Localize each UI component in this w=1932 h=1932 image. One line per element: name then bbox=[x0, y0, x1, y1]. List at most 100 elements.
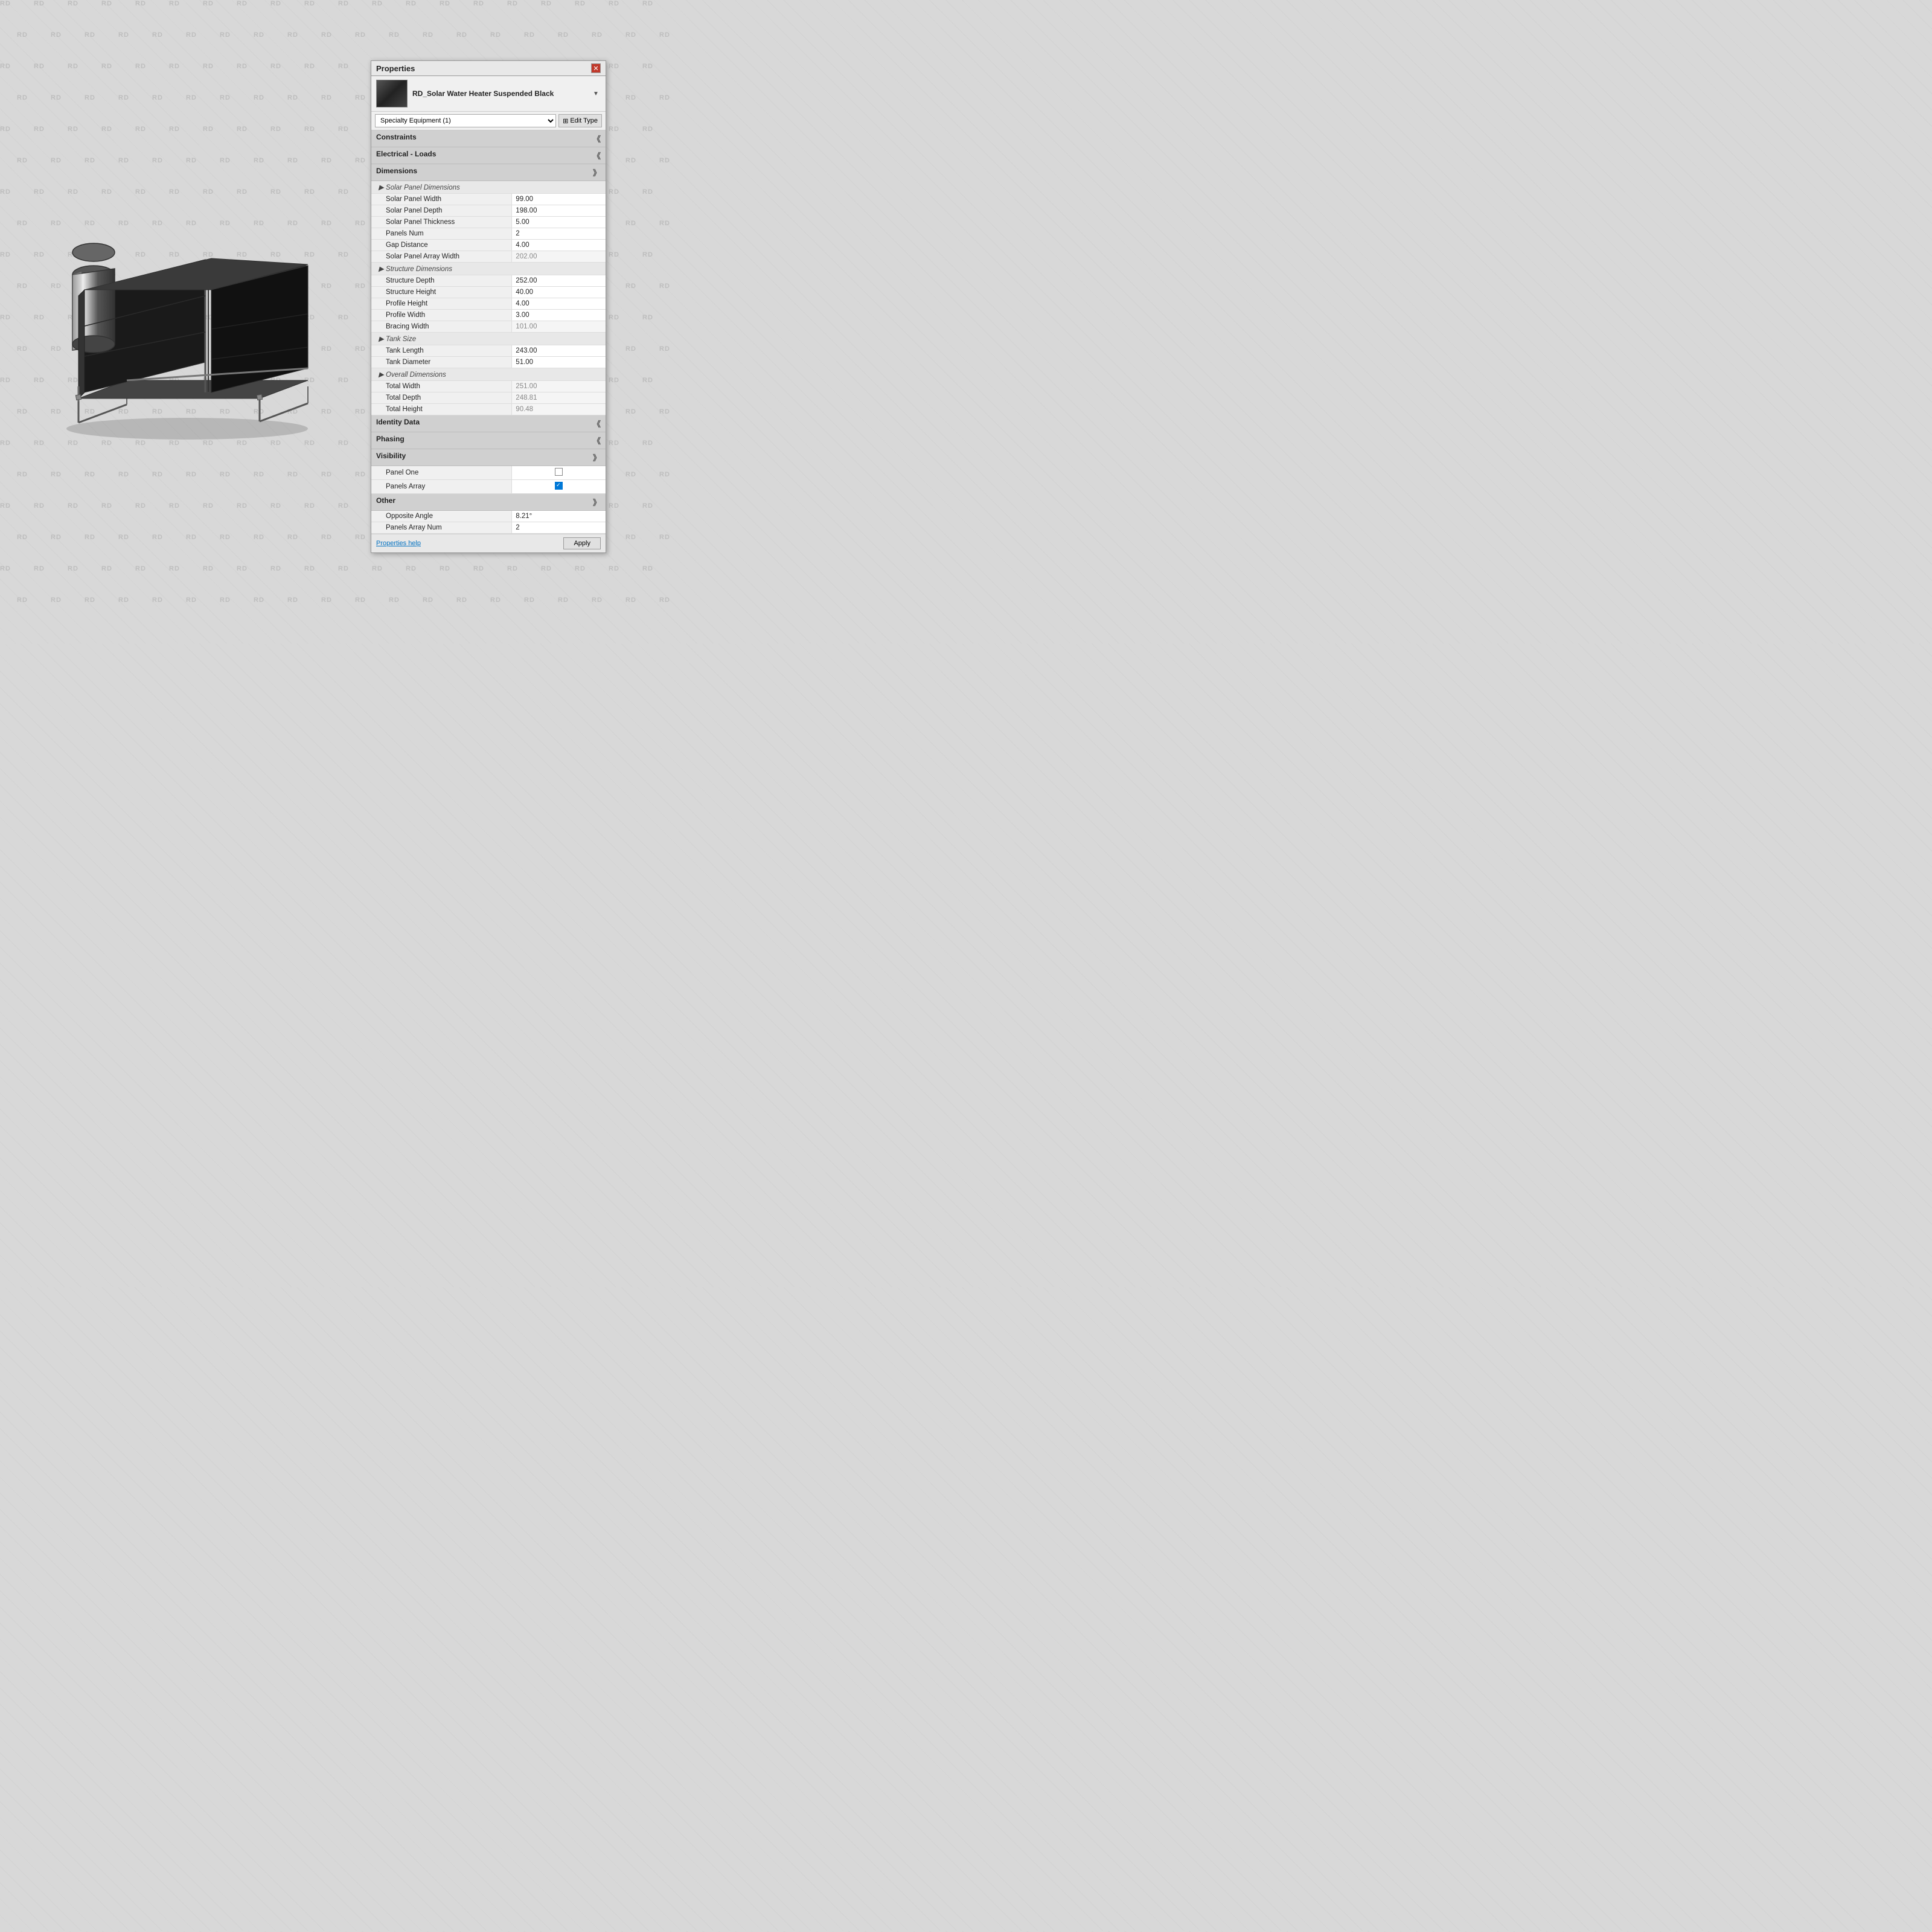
prop-value[interactable]: 40.00 bbox=[512, 287, 606, 298]
watermark-text: RD bbox=[68, 0, 78, 7]
prop-row: Gap Distance 4.00 bbox=[371, 240, 606, 251]
watermark-text: RD bbox=[609, 314, 619, 321]
prop-label: Profile Width bbox=[371, 310, 512, 321]
watermark-text: RD bbox=[270, 126, 281, 133]
prop-subheader[interactable]: ▶ Solar Panel Dimensions bbox=[371, 181, 606, 194]
prop-subheader[interactable]: ▶ Structure Dimensions bbox=[371, 263, 606, 275]
prop-value[interactable]: 198.00 bbox=[512, 205, 606, 217]
watermark-text: RD bbox=[237, 126, 248, 133]
apply-button[interactable]: Apply bbox=[563, 537, 601, 549]
prop-value[interactable]: 252.00 bbox=[512, 275, 606, 287]
watermark-text: RD bbox=[355, 220, 366, 227]
watermark-text: RD bbox=[642, 0, 653, 7]
watermark-text: RD bbox=[34, 0, 45, 7]
prop-value[interactable]: 251.00 bbox=[512, 381, 606, 392]
prop-row: Panels Array Num 2 bbox=[371, 522, 606, 534]
watermark-text: RD bbox=[0, 314, 11, 321]
checkbox-unchecked[interactable] bbox=[555, 468, 563, 476]
prop-value[interactable]: 8.21° bbox=[512, 511, 606, 522]
watermark-text: RD bbox=[321, 31, 332, 39]
watermark-text: RD bbox=[254, 597, 264, 604]
properties-panel: Properties ✕ RD_Solar Water Heater Suspe… bbox=[371, 60, 606, 553]
prop-label: Bracing Width bbox=[371, 321, 512, 333]
section-header-phasing[interactable]: Phasing 《 bbox=[371, 432, 606, 449]
watermark-text: RD bbox=[338, 126, 349, 133]
prop-value[interactable]: 51.00 bbox=[512, 357, 606, 368]
prop-value[interactable]: 5.00 bbox=[512, 217, 606, 228]
prop-value[interactable]: 202.00 bbox=[512, 251, 606, 263]
watermark-text: RD bbox=[524, 597, 535, 604]
watermark-text: RD bbox=[355, 283, 366, 290]
watermark-text: RD bbox=[625, 471, 636, 478]
type-dropdown[interactable]: Specialty Equipment (1) bbox=[375, 114, 556, 127]
watermark-text: RD bbox=[456, 31, 467, 39]
section-header-identity_data[interactable]: Identity Data 《 bbox=[371, 415, 606, 432]
watermark-text: RD bbox=[287, 597, 298, 604]
panel-bottom: Properties help Apply bbox=[371, 534, 606, 552]
properties-help-link[interactable]: Properties help bbox=[376, 540, 421, 547]
watermark-text: RD bbox=[287, 31, 298, 39]
watermark-text: RD bbox=[118, 597, 129, 604]
properties-table: Constraints 《 Electrical - Loads 《 Dimen… bbox=[371, 130, 606, 534]
watermark-text: RD bbox=[642, 251, 653, 258]
section-header-dimensions[interactable]: Dimensions 》 bbox=[371, 164, 606, 181]
prop-subheader[interactable]: ▶ Overall Dimensions bbox=[371, 368, 606, 381]
watermark-text: RD bbox=[17, 534, 28, 541]
watermark-text: RD bbox=[68, 565, 78, 572]
checkbox-checked[interactable] bbox=[555, 482, 563, 490]
watermark-text: RD bbox=[169, 0, 180, 7]
section-header-other[interactable]: Other 》 bbox=[371, 494, 606, 511]
close-button[interactable]: ✕ bbox=[591, 63, 601, 73]
watermark-text: RD bbox=[101, 0, 112, 7]
watermark-text: RD bbox=[372, 0, 383, 7]
prop-value[interactable]: 3.00 bbox=[512, 310, 606, 321]
watermark-text: RD bbox=[254, 94, 264, 101]
prop-value[interactable]: 248.81 bbox=[512, 392, 606, 404]
prop-row: Tank Diameter 51.00 bbox=[371, 357, 606, 368]
prop-label: Panel One bbox=[371, 466, 512, 480]
watermark-text: RD bbox=[118, 31, 129, 39]
watermark-text: RD bbox=[85, 31, 95, 39]
section-header-constraints[interactable]: Constraints 《 bbox=[371, 130, 606, 147]
watermark-text: RD bbox=[642, 126, 653, 133]
watermark-text: RD bbox=[220, 157, 231, 164]
prop-label: Total Height bbox=[371, 404, 512, 415]
component-name: RD_Solar Water Heater Suspended Black bbox=[412, 89, 586, 98]
watermark-text: RD bbox=[659, 283, 670, 290]
prop-label: Solar Panel Width bbox=[371, 194, 512, 205]
prop-value[interactable]: 101.00 bbox=[512, 321, 606, 333]
watermark-text: RD bbox=[118, 94, 129, 101]
watermark-text: RD bbox=[609, 126, 619, 133]
edit-type-button[interactable]: ⊞ Edit Type bbox=[558, 114, 602, 127]
watermark-text: RD bbox=[406, 0, 417, 7]
drawing-area bbox=[30, 169, 344, 447]
watermark-text: RD bbox=[609, 63, 619, 70]
prop-row: Structure Depth 252.00 bbox=[371, 275, 606, 287]
component-dropdown-arrow[interactable]: ▼ bbox=[591, 89, 601, 98]
watermark-text: RD bbox=[389, 597, 400, 604]
prop-label: Gap Distance bbox=[371, 240, 512, 251]
watermark-text: RD bbox=[186, 157, 197, 164]
prop-value[interactable]: 4.00 bbox=[512, 298, 606, 310]
watermark-text: RD bbox=[440, 0, 450, 7]
prop-subheader[interactable]: ▶ Tank Size bbox=[371, 333, 606, 345]
watermark-text: RD bbox=[609, 377, 619, 384]
prop-value[interactable]: 243.00 bbox=[512, 345, 606, 357]
watermark-text: RD bbox=[558, 31, 569, 39]
prop-value[interactable]: 90.48 bbox=[512, 404, 606, 415]
prop-value[interactable]: 2 bbox=[512, 228, 606, 240]
watermark-text: RD bbox=[152, 31, 163, 39]
watermark-text: RD bbox=[135, 565, 146, 572]
prop-value[interactable]: 2 bbox=[512, 522, 606, 534]
prop-value[interactable]: 4.00 bbox=[512, 240, 606, 251]
watermark-text: RD bbox=[609, 188, 619, 196]
prop-row: Bracing Width 101.00 bbox=[371, 321, 606, 333]
watermark-text: RD bbox=[118, 471, 129, 478]
section-header-electrical_loads[interactable]: Electrical - Loads 《 bbox=[371, 147, 606, 164]
section-header-visibility[interactable]: Visibility 》 bbox=[371, 449, 606, 466]
watermark-text: RD bbox=[34, 502, 45, 510]
watermark-text: RD bbox=[270, 63, 281, 70]
prop-value[interactable]: 99.00 bbox=[512, 194, 606, 205]
panel-header: RD_Solar Water Heater Suspended Black ▼ bbox=[371, 76, 606, 112]
watermark-text: RD bbox=[220, 31, 231, 39]
